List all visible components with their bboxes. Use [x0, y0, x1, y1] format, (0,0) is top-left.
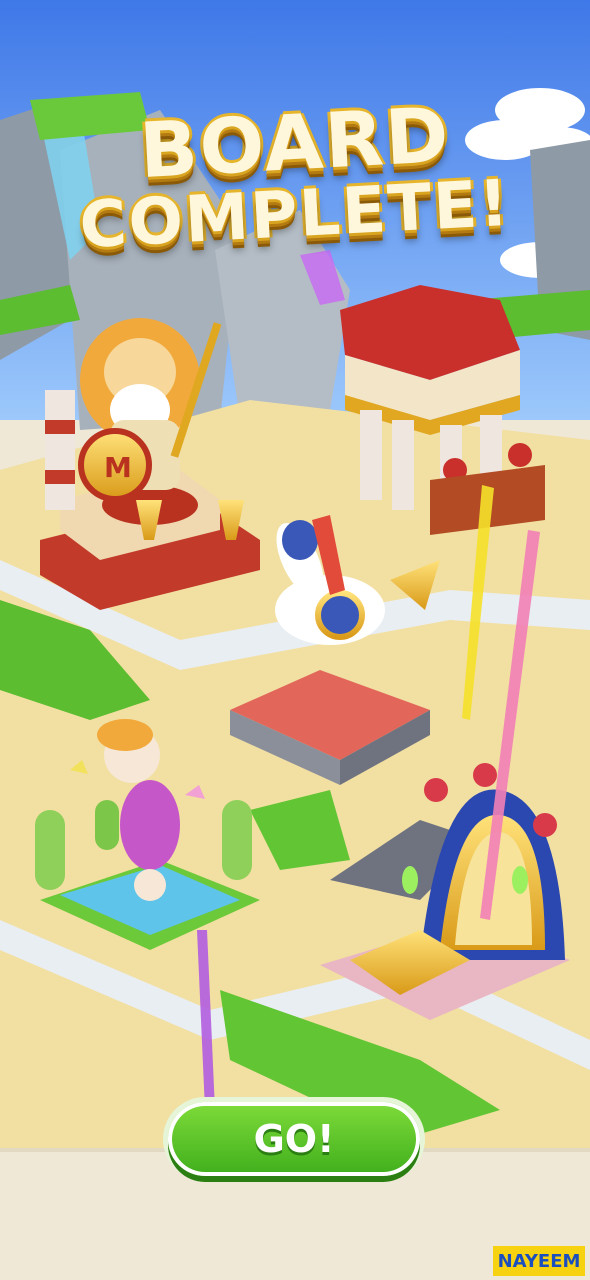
watermark-badge: NAYEEM	[493, 1246, 585, 1276]
svg-text:M: M	[104, 451, 132, 484]
watermark-text: NAYEEM	[497, 1250, 581, 1272]
go-button[interactable]: GO!	[168, 1102, 420, 1176]
go-button-label: GO!	[253, 1117, 335, 1161]
